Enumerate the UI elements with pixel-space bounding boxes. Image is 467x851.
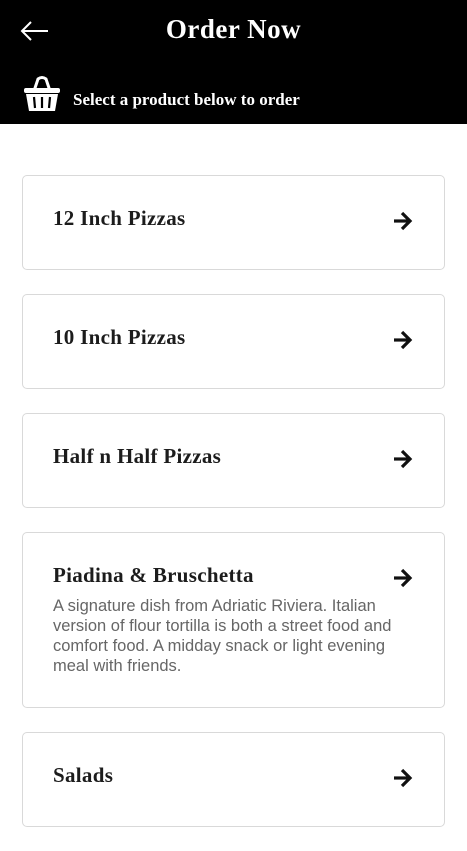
arrow-right-icon[interactable] [392, 329, 414, 351]
product-list: 12 Inch Pizzas 10 Inch Pizzas Half n Hal… [22, 175, 445, 851]
product-card-10-inch-pizzas[interactable]: 10 Inch Pizzas [22, 294, 445, 389]
page-title: Order Now [165, 14, 302, 44]
arrow-right-icon[interactable] [392, 210, 414, 232]
product-title: 10 Inch Pizzas [53, 325, 186, 349]
product-card-half-n-half-pizzas[interactable]: Half n Half Pizzas [22, 413, 445, 508]
arrow-right-icon[interactable] [392, 448, 414, 470]
product-card-piadina-bruschetta[interactable]: Piadina & Bruschetta A signature dish fr… [22, 532, 445, 708]
app-header: Order Now Select a product below to orde… [0, 0, 467, 124]
page-subtitle: Select a product below to order [73, 90, 300, 109]
basket-icon [24, 76, 60, 111]
product-title: Piadina & Bruschetta [53, 563, 254, 587]
arrow-right-icon[interactable] [392, 567, 414, 589]
product-title: Half n Half Pizzas [53, 444, 222, 468]
product-card-12-inch-pizzas[interactable]: 12 Inch Pizzas [22, 175, 445, 270]
product-title: 12 Inch Pizzas [53, 206, 186, 230]
product-title: Salads [53, 763, 114, 787]
product-description: A signature dish from Adriatic Riviera. … [53, 597, 392, 675]
arrow-right-icon[interactable] [392, 767, 414, 789]
product-card-salads[interactable]: Salads [22, 732, 445, 827]
